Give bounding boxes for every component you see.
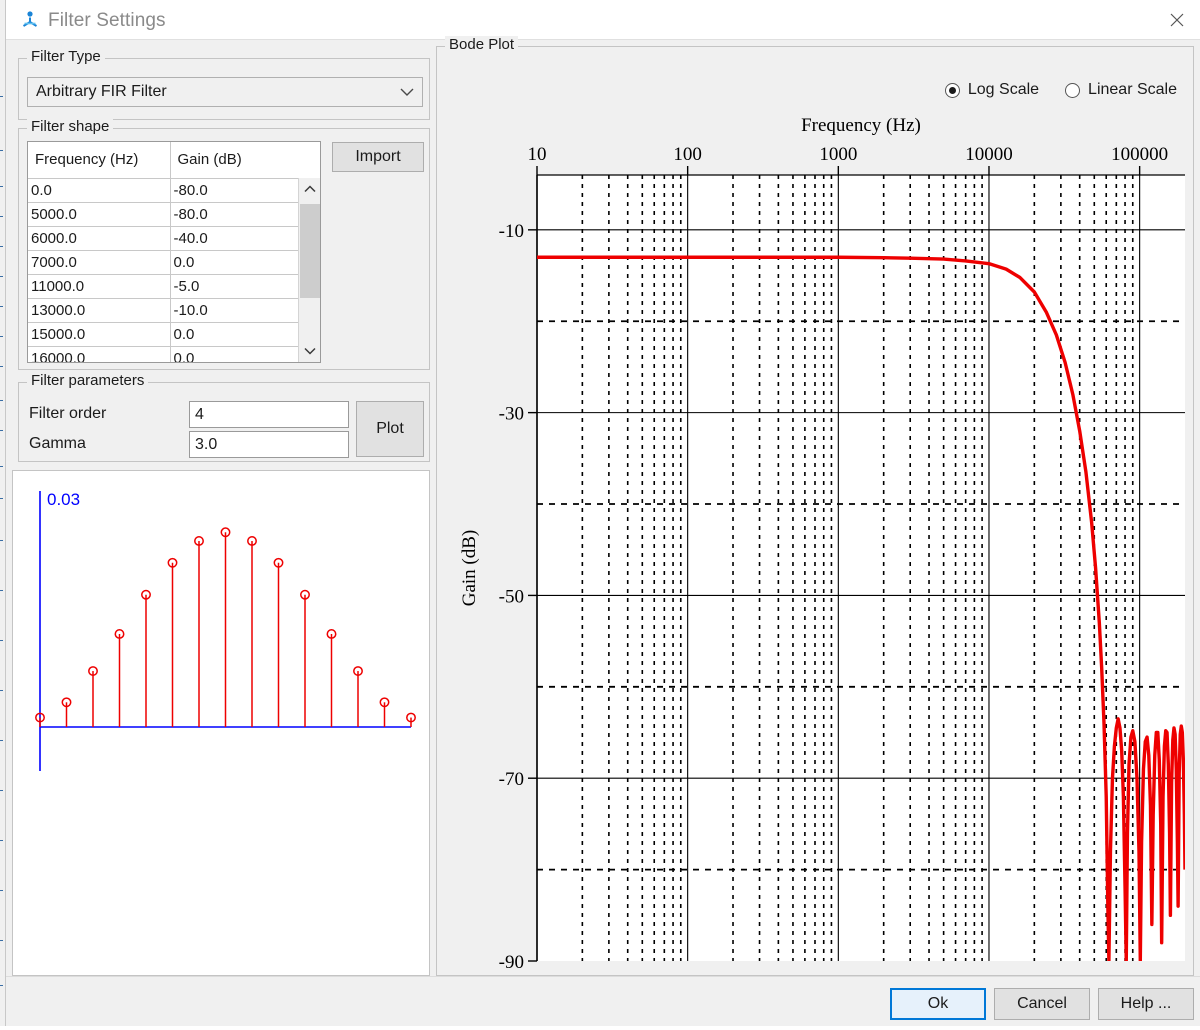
filter-parameters-group: Filter parameters Filter order 4 Gamma 3… (18, 372, 430, 462)
x-tick-label: 100000 (1111, 144, 1168, 165)
window-title: Filter Settings (48, 10, 166, 31)
cell-frequency[interactable]: 13000.0 (28, 298, 171, 323)
background-window-marker (0, 366, 3, 367)
column-header-frequency[interactable]: Frequency (Hz) (28, 142, 171, 179)
table-row[interactable]: 5000.0 -80.0 (28, 202, 320, 227)
filter-shape-group: Filter shape Frequency (Hz) Gain (dB) 0.… (18, 118, 430, 370)
filter-shape-table: Frequency (Hz) Gain (dB) 0.0 -80.0 5000.0-… (28, 142, 320, 362)
filter-shape-legend: Filter shape (27, 118, 114, 135)
background-window-marker (0, 430, 3, 431)
filter-type-combobox[interactable]: Arbitrary FIR Filter (27, 77, 423, 107)
bode-chart: 10 100 1000 10000 100000 -10 -30 -50 -70 -90 Frequ… (459, 115, 1185, 973)
filter-order-label: Filter order (29, 405, 107, 422)
filter-shape-rows: 0.0 -80.0 5000.0 -80.0 6000.0 -40.0 7000.0 0.0 1… (28, 178, 320, 362)
y-tick-label: -30 (499, 404, 524, 425)
cell-frequency[interactable]: 11000.0 (28, 274, 171, 299)
background-window-marker (0, 740, 3, 741)
cell-frequency[interactable]: 16000.0 (28, 346, 171, 362)
table-row[interactable]: 13000.0 -10.0 (28, 298, 320, 323)
title-bar: Filter Settings (6, 0, 1200, 40)
import-button[interactable]: Import (332, 142, 424, 172)
filter-shape-table-wrapper: Frequency (Hz) Gain (dB) 0.0 -80.0 5000.0-… (27, 141, 321, 363)
filter-type-value: Arbitrary FIR Filter (36, 83, 167, 100)
filter-type-group: Filter Type Arbitrary FIR Filter (18, 48, 430, 120)
background-window-marker (0, 890, 3, 891)
background-window-marker (0, 590, 3, 591)
filter-shape-scrollbar[interactable] (298, 178, 320, 362)
y-tick-label: -10 (499, 221, 524, 242)
impulse-response-chart: 0.03 (35, 490, 416, 771)
cancel-button[interactable]: Cancel (994, 988, 1090, 1020)
x-tick-label: 10000 (965, 144, 1013, 165)
gamma-input[interactable]: 3.0 (189, 431, 349, 458)
filter-type-legend: Filter Type (27, 48, 105, 65)
cell-frequency[interactable]: 7000.0 (28, 250, 171, 275)
plot-background (537, 175, 1185, 961)
background-window-marker (0, 400, 3, 401)
background-window-marker (0, 690, 3, 691)
chevron-down-icon (392, 88, 422, 97)
dialog-button-bar: Ok Cancel Help ... (6, 976, 1200, 1030)
background-window-marker (0, 540, 3, 541)
table-row[interactable]: 6000.0 -40.0 (28, 226, 320, 251)
background-window-marker (0, 216, 3, 217)
y-tick-label: -70 (499, 769, 524, 790)
filter-order-input[interactable]: 4 (189, 401, 349, 428)
close-icon[interactable] (1154, 0, 1200, 40)
background-window-marker (0, 640, 3, 641)
scrollbar-thumb[interactable] (300, 204, 320, 298)
background-window-marker (0, 96, 3, 97)
y-tick-label: -90 (499, 952, 524, 973)
background-window-marker (0, 790, 3, 791)
column-header-gain[interactable]: Gain (dB) (170, 142, 320, 179)
bode-plot-group: Bode Plot Log Scale Linear Scale 10 100 10… (436, 36, 1195, 977)
background-window-marker (0, 150, 3, 151)
table-row[interactable]: 0.0 -80.0 (28, 178, 320, 203)
app-root: Filter Settings Filter Type Arbitrary FI… (0, 0, 1200, 1030)
chevron-up-icon[interactable] (299, 178, 320, 200)
filter-parameters-legend: Filter parameters (27, 372, 149, 389)
x-tick-label: 10 (528, 144, 547, 165)
table-row[interactable]: 7000.0 0.0 (28, 250, 320, 275)
desktop-strip (0, 1026, 1200, 1030)
cell-frequency[interactable]: 6000.0 (28, 226, 171, 251)
background-window-marker (0, 466, 3, 467)
x-axis-title: Frequency (Hz) (801, 115, 921, 136)
background-window-marker (0, 840, 3, 841)
background-window-marker (0, 276, 3, 277)
bode-chart-container: 10 100 1000 10000 100000 -10 -30 -50 -70 -90 Frequ… (437, 47, 1195, 977)
background-window-marker (0, 336, 3, 337)
table-header-row: Frequency (Hz) Gain (dB) (28, 142, 320, 179)
background-window-marker (0, 246, 3, 247)
y-tick-label: -50 (499, 586, 524, 607)
background-window-marker (0, 186, 3, 187)
x-tick-label: 100 (673, 144, 702, 165)
background-window-marker (0, 306, 3, 307)
cell-frequency[interactable]: 0.0 (28, 178, 171, 203)
cell-frequency[interactable]: 15000.0 (28, 322, 171, 347)
plot-button[interactable]: Plot (356, 401, 424, 457)
table-row[interactable]: 16000.0 0.0 (28, 346, 320, 362)
background-window-marker (0, 985, 3, 986)
ok-button[interactable]: Ok (890, 988, 986, 1020)
cell-frequency[interactable]: 5000.0 (28, 202, 171, 227)
person-filter-icon (20, 10, 40, 30)
impulse-response-panel: 0.03 (12, 470, 430, 976)
filter-settings-dialog: Filter Settings Filter Type Arbitrary FI… (6, 0, 1200, 1030)
background-window-marker (0, 940, 3, 941)
table-row[interactable]: 15000.0 0.0 (28, 322, 320, 347)
background-window-marker (0, 498, 3, 499)
x-tick-label: 1000 (819, 144, 857, 165)
y-axis-title: Gain (dB) (459, 530, 480, 607)
chevron-down-icon[interactable] (299, 340, 320, 362)
gamma-label: Gamma (29, 435, 86, 452)
impulse-max-label: 0.03 (47, 490, 80, 509)
help-button[interactable]: Help ... (1098, 988, 1194, 1020)
table-row[interactable]: 11000.0 -5.0 (28, 274, 320, 299)
